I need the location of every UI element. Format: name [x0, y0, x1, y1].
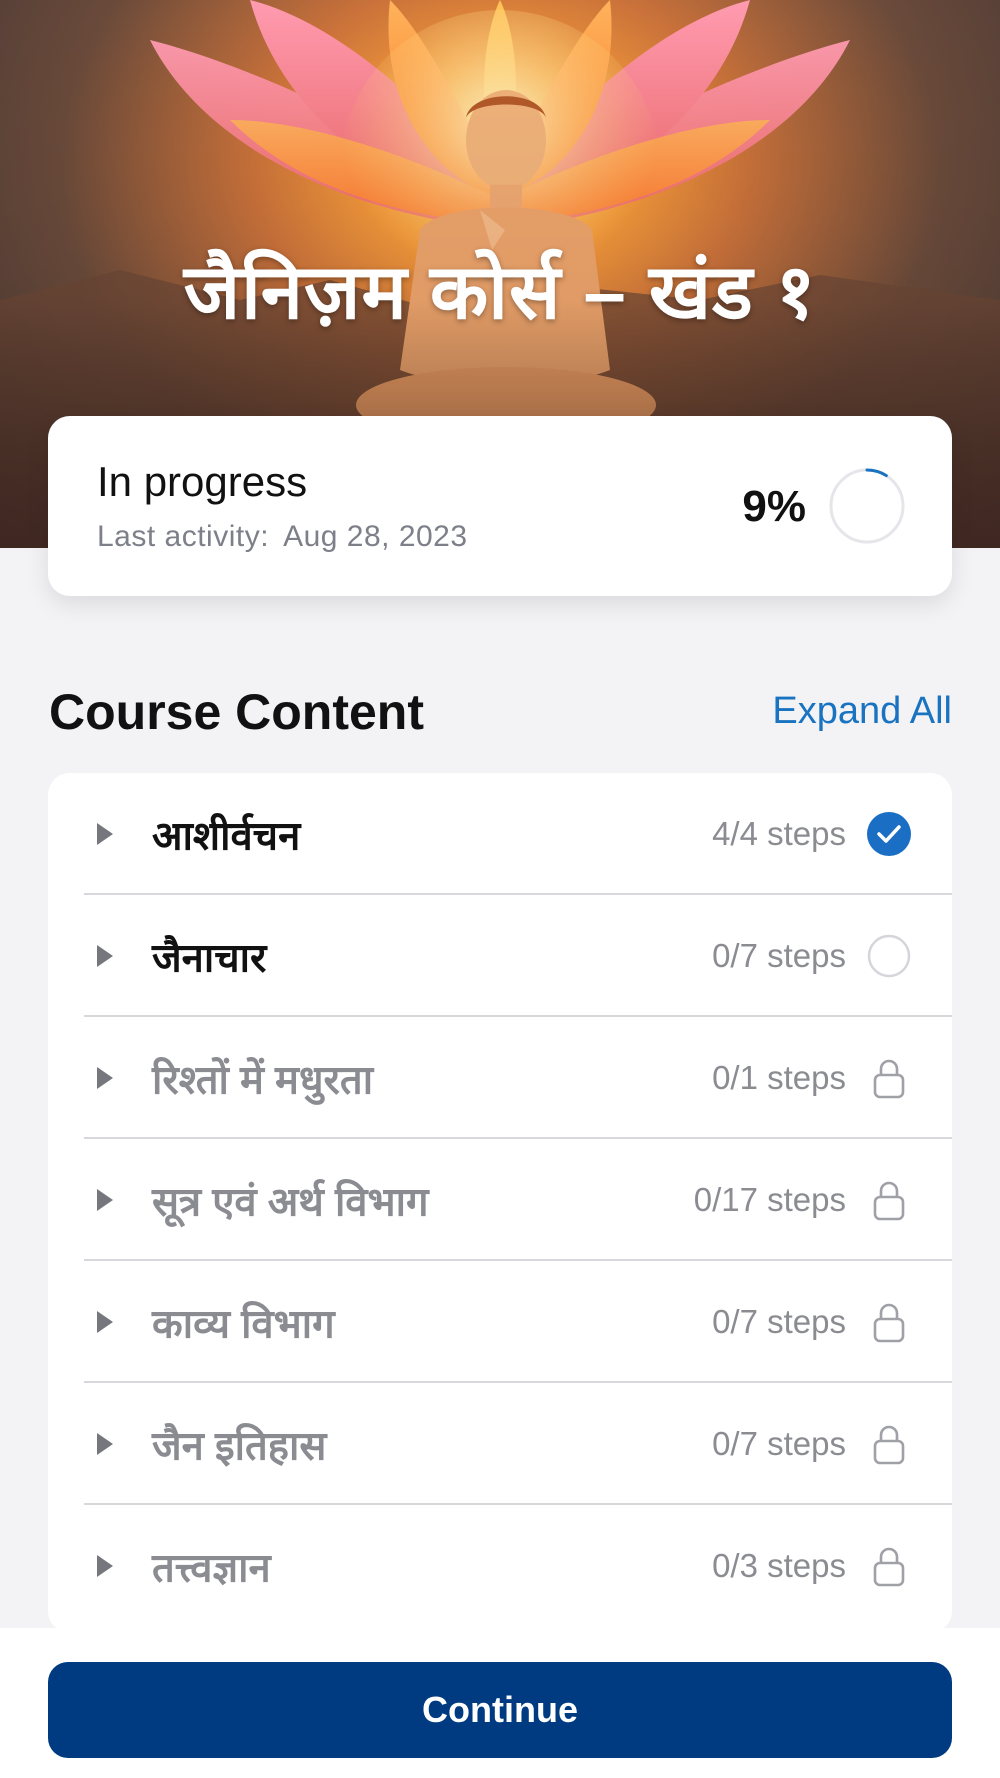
course-section-row[interactable]: काव्य विभाग 0/7 steps: [48, 1261, 952, 1383]
expand-all-button[interactable]: Expand All: [772, 690, 952, 733]
progress-ring-icon: [829, 468, 905, 544]
progress-status: In progress: [97, 458, 308, 505]
caret-right-icon[interactable]: [94, 821, 116, 847]
section-steps: 0/17 steps: [693, 1181, 846, 1218]
caret-right-icon[interactable]: [94, 1065, 116, 1091]
section-title: आशीर्वचन: [152, 814, 301, 859]
section-steps: 0/7 steps: [712, 937, 846, 974]
section-steps: 4/4 steps: [712, 815, 846, 852]
lock-icon: [873, 1547, 905, 1587]
section-title: तत्त्वज्ञान: [152, 1546, 271, 1591]
section-title: काव्य विभाग: [152, 1302, 335, 1347]
lock-icon: [873, 1181, 905, 1221]
last-activity: Last activity: Aug 28, 2023: [97, 520, 468, 554]
completed-check-icon: [867, 812, 911, 856]
caret-right-icon[interactable]: [94, 1431, 116, 1457]
last-activity-label: Last activity:: [97, 520, 270, 553]
section-title: जैन इतिहास: [152, 1424, 327, 1469]
section-steps: 0/3 steps: [712, 1547, 846, 1584]
course-section-list: आशीर्वचन 4/4 steps जैनाचार 0/7 steps रिश्तों…: [48, 773, 952, 1633]
course-section-row[interactable]: जैन इतिहास 0/7 steps: [48, 1383, 952, 1505]
section-steps: 0/7 steps: [712, 1303, 846, 1340]
caret-right-icon[interactable]: [94, 1187, 116, 1213]
course-section-row[interactable]: सूत्र एवं अर्थ विभाग 0/17 steps: [48, 1139, 952, 1261]
course-section-row[interactable]: रिश्तों में मधुरता 0/1 steps: [48, 1017, 952, 1139]
caret-right-icon[interactable]: [94, 1553, 116, 1579]
section-steps: 0/1 steps: [712, 1059, 846, 1096]
lock-icon: [873, 1059, 905, 1099]
progress-card: In progress Last activity: Aug 28, 2023 9…: [48, 416, 952, 596]
section-title: सूत्र एवं अर्थ विभाग: [152, 1180, 429, 1225]
course-section-row[interactable]: जैनाचार 0/7 steps: [48, 895, 952, 1017]
section-title: रिश्तों में मधुरता: [152, 1058, 374, 1103]
last-activity-date: Aug 28, 2023: [283, 520, 468, 553]
section-title: जैनाचार: [152, 936, 267, 981]
course-section-row[interactable]: आशीर्वचन 4/4 steps: [48, 773, 952, 895]
continue-button[interactable]: Continue: [48, 1662, 952, 1758]
section-steps: 0/7 steps: [712, 1425, 846, 1462]
lock-icon: [873, 1425, 905, 1465]
not-started-circle-icon: [867, 934, 911, 978]
lock-icon: [873, 1303, 905, 1343]
caret-right-icon[interactable]: [94, 943, 116, 969]
progress-percent: 9%: [742, 482, 806, 531]
course-content-heading: Course Content: [49, 684, 424, 740]
course-title: जैनिज़म कोर्स – खंड १: [183, 250, 817, 335]
course-section-row[interactable]: तत्त्वज्ञान 0/3 steps: [48, 1505, 952, 1627]
caret-right-icon[interactable]: [94, 1309, 116, 1335]
